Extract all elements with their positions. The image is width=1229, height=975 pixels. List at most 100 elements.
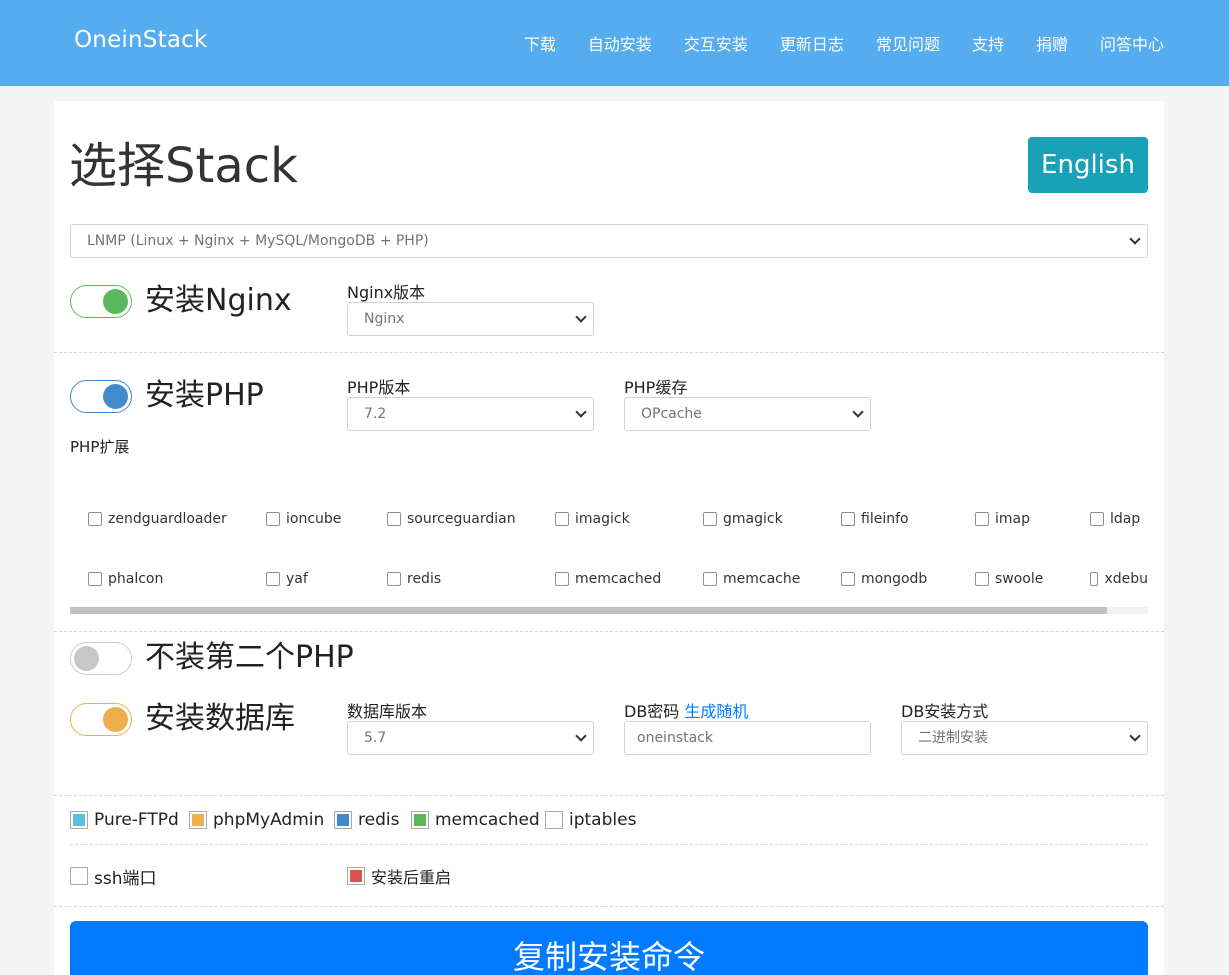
- ext-fileinfo[interactable]: fileinfo: [841, 511, 909, 527]
- option-iptables[interactable]: iptables: [545, 810, 636, 830]
- checkbox[interactable]: [387, 572, 401, 586]
- ext-imap[interactable]: imap: [975, 511, 1030, 527]
- checkbox[interactable]: [1090, 572, 1099, 586]
- db-password-value: oneinstack: [637, 730, 713, 746]
- nav-download[interactable]: 下载: [524, 31, 556, 55]
- php-ext-label: PHP扩展: [70, 438, 130, 456]
- ext-phalcon[interactable]: phalcon: [88, 571, 163, 587]
- checkbox-fill: [73, 814, 85, 826]
- checkbox[interactable]: [703, 512, 717, 526]
- checkbox[interactable]: [70, 811, 88, 829]
- checkbox[interactable]: [88, 512, 102, 526]
- checkbox[interactable]: [266, 512, 280, 526]
- ext-yaf[interactable]: yaf: [266, 571, 308, 587]
- checkbox-fill: [350, 870, 362, 882]
- checkbox[interactable]: [88, 572, 102, 586]
- ext-imagick[interactable]: imagick: [555, 511, 630, 527]
- ext-scrollbar[interactable]: [70, 607, 1148, 614]
- checkbox[interactable]: [266, 572, 280, 586]
- checkbox[interactable]: [189, 811, 207, 829]
- second-php-toggle-label: 不装第二个PHP: [145, 640, 354, 675]
- option-pure-ftpd[interactable]: Pure-FTPd: [70, 810, 179, 830]
- nav-support[interactable]: 支持: [972, 31, 1004, 55]
- checkbox[interactable]: [841, 572, 855, 586]
- nav-faq[interactable]: 常见问题: [876, 31, 940, 55]
- db-method-label: DB安装方式: [901, 702, 989, 721]
- db-password-input[interactable]: oneinstack: [624, 721, 871, 755]
- option-reboot-after-install[interactable]: 安装后重启: [347, 866, 451, 887]
- option-redis[interactable]: redis: [334, 810, 399, 830]
- php-version-select[interactable]: 7.2: [347, 397, 594, 431]
- checkbox[interactable]: [1090, 512, 1104, 526]
- checkbox[interactable]: [555, 512, 569, 526]
- checkbox-fill: [414, 814, 426, 826]
- chevron-down-icon: [575, 730, 587, 742]
- checkbox[interactable]: [545, 811, 563, 829]
- nginx-version-label: Nginx版本: [347, 283, 426, 302]
- stack-select[interactable]: LNMP (Linux + Nginx + MySQL/MongoDB + PH…: [70, 224, 1148, 258]
- ext-ldap[interactable]: ldap: [1090, 511, 1140, 527]
- english-button[interactable]: English: [1028, 137, 1148, 193]
- checkbox[interactable]: [347, 867, 365, 885]
- checkbox[interactable]: [334, 811, 352, 829]
- checkbox[interactable]: [387, 512, 401, 526]
- section-divider: [54, 795, 1164, 796]
- checkbox[interactable]: [703, 572, 717, 586]
- php-version-label: PHP版本: [347, 378, 411, 397]
- nav-changelog[interactable]: 更新日志: [780, 31, 844, 55]
- chevron-down-icon: [852, 406, 864, 418]
- nav-interactive-install[interactable]: 交互安装: [684, 31, 748, 55]
- checkbox[interactable]: [70, 867, 88, 885]
- ext-mongodb[interactable]: mongodb: [841, 571, 927, 587]
- nav-donate[interactable]: 捐赠: [1036, 31, 1068, 55]
- ext-zendguardloader[interactable]: zendguardloader: [88, 511, 227, 527]
- db-version-value: 5.7: [364, 730, 387, 746]
- checkbox[interactable]: [841, 512, 855, 526]
- ext-memcached[interactable]: memcached: [555, 571, 661, 587]
- nginx-version-value: Nginx: [364, 311, 405, 327]
- checkbox[interactable]: [555, 572, 569, 586]
- nginx-toggle[interactable]: [70, 285, 132, 318]
- second-php-toggle[interactable]: [70, 642, 132, 675]
- ext-gmagick[interactable]: gmagick: [703, 511, 783, 527]
- nav-auto-install[interactable]: 自动安装: [588, 31, 652, 55]
- stack-select-value: LNMP (Linux + Nginx + MySQL/MongoDB + PH…: [87, 233, 429, 249]
- scrollbar-thumb[interactable]: [70, 607, 1108, 614]
- ext-memcache[interactable]: memcache: [703, 571, 800, 587]
- checkbox-fill: [337, 814, 349, 826]
- php-cache-select[interactable]: OPcache: [624, 397, 871, 431]
- db-toggle[interactable]: [70, 703, 132, 736]
- chevron-down-icon: [575, 406, 587, 418]
- ext-xdebug[interactable]: xdebu: [1090, 571, 1148, 587]
- nav-qa-center[interactable]: 问答中心: [1100, 31, 1164, 55]
- page-title: 选择Stack: [69, 138, 298, 194]
- checkbox[interactable]: [411, 811, 429, 829]
- option-memcached[interactable]: memcached: [411, 810, 540, 830]
- php-toggle[interactable]: [70, 380, 132, 413]
- checkbox[interactable]: [975, 512, 989, 526]
- toggle-knob: [74, 646, 99, 671]
- ext-sourceguardian[interactable]: sourceguardian: [387, 511, 516, 527]
- db-version-select[interactable]: 5.7: [347, 721, 594, 755]
- copy-install-command-button[interactable]: 复制安装命令: [70, 921, 1148, 975]
- db-method-select[interactable]: 二进制安装: [901, 721, 1148, 755]
- brand-logo[interactable]: OneinStack: [74, 27, 207, 53]
- checkbox-fill: [548, 814, 560, 826]
- db-version-label: 数据库版本: [347, 702, 428, 721]
- db-method-value: 二进制安装: [918, 730, 988, 746]
- nginx-version-select[interactable]: Nginx: [347, 302, 594, 336]
- option-phpmyadmin[interactable]: phpMyAdmin: [189, 810, 324, 830]
- ext-swoole[interactable]: swoole: [975, 571, 1043, 587]
- db-password-label: DB密码 生成随机: [624, 702, 749, 721]
- toggle-knob: [103, 384, 128, 409]
- top-navbar: OneinStack 下载 自动安装 交互安装 更新日志 常见问题 支持 捐赠 …: [0, 0, 1229, 86]
- section-divider: [54, 352, 1164, 353]
- ext-redis[interactable]: redis: [387, 571, 441, 587]
- db-toggle-label: 安装数据库: [145, 701, 295, 736]
- chevron-down-icon: [1129, 233, 1141, 245]
- ext-ioncube[interactable]: ioncube: [266, 511, 341, 527]
- checkbox[interactable]: [975, 572, 989, 586]
- generate-random-link[interactable]: 生成随机: [684, 702, 748, 721]
- option-ssh-port[interactable]: ssh端口: [70, 866, 157, 889]
- toggle-knob: [103, 289, 128, 314]
